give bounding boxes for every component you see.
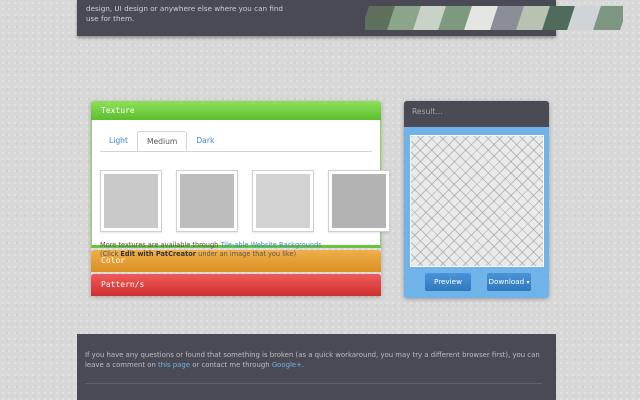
result-preview-image: [410, 135, 544, 267]
texture-thumb[interactable]: [252, 170, 314, 232]
note-bold: Edit with PatCreator: [120, 250, 197, 258]
texture-panel-header[interactable]: Texture: [91, 101, 381, 120]
footer-text-1: If you have any questions or found that …: [85, 351, 540, 369]
result-title: Result...: [412, 107, 443, 116]
preview-button[interactable]: Preview: [425, 273, 471, 291]
tab-dark[interactable]: Dark: [187, 131, 223, 151]
note-suffix: under an image that you like): [198, 250, 297, 258]
tab-light[interactable]: Light: [100, 131, 137, 151]
download-button[interactable]: Download ▾: [487, 273, 531, 291]
texture-thumb-fill: [180, 174, 234, 228]
footer-divider: [85, 383, 542, 384]
texture-thumb-fill: [332, 174, 386, 228]
preview-button-label: Preview: [434, 277, 462, 286]
footer-message: If you have any questions or found that …: [85, 350, 550, 370]
patterns-panel-header[interactable]: Pattern/s: [91, 274, 381, 296]
top-banner: design, UI design or anywhere else where…: [77, 0, 623, 36]
footer-text-2: or contact me through: [192, 361, 270, 369]
caret-down-icon: ▾: [526, 279, 530, 286]
patterns-panel-title: Pattern/s: [101, 280, 145, 289]
options-accordion: Texture Light Medium Dark More textures …: [91, 101, 390, 296]
footer-text-3: .: [301, 361, 305, 369]
backgrounds-link[interactable]: Tile-able Website Backgrounds: [220, 241, 321, 249]
this-page-link[interactable]: this page: [158, 361, 190, 369]
texture-strip: [365, 6, 623, 30]
tab-medium[interactable]: Medium: [136, 131, 188, 151]
texture-tabs: Light Medium Dark: [100, 131, 223, 151]
intro-text: design, UI design or anywhere else where…: [86, 4, 283, 23]
texture-panel-title: Texture: [101, 106, 135, 115]
texture-thumb-fill: [256, 174, 310, 228]
download-button-label: Download: [488, 277, 525, 286]
footer: If you have any questions or found that …: [77, 334, 556, 400]
texture-panel-body: Light Medium Dark More textures are avai…: [91, 120, 390, 258]
texture-thumb-fill: [104, 174, 158, 228]
google-plus-link[interactable]: Google+: [272, 361, 302, 369]
tab-divider: [100, 151, 372, 152]
note-click: (Click: [100, 250, 119, 258]
note-prefix: More textures are available through: [100, 241, 219, 249]
more-textures-note: More textures are available through Tile…: [100, 241, 322, 259]
result-header: Result...: [404, 101, 549, 127]
result-panel: Result... Preview Download ▾: [404, 101, 549, 298]
texture-thumbnails: [100, 170, 390, 232]
texture-thumb[interactable]: [176, 170, 238, 232]
texture-thumb[interactable]: [328, 170, 390, 232]
texture-thumb[interactable]: [100, 170, 162, 232]
